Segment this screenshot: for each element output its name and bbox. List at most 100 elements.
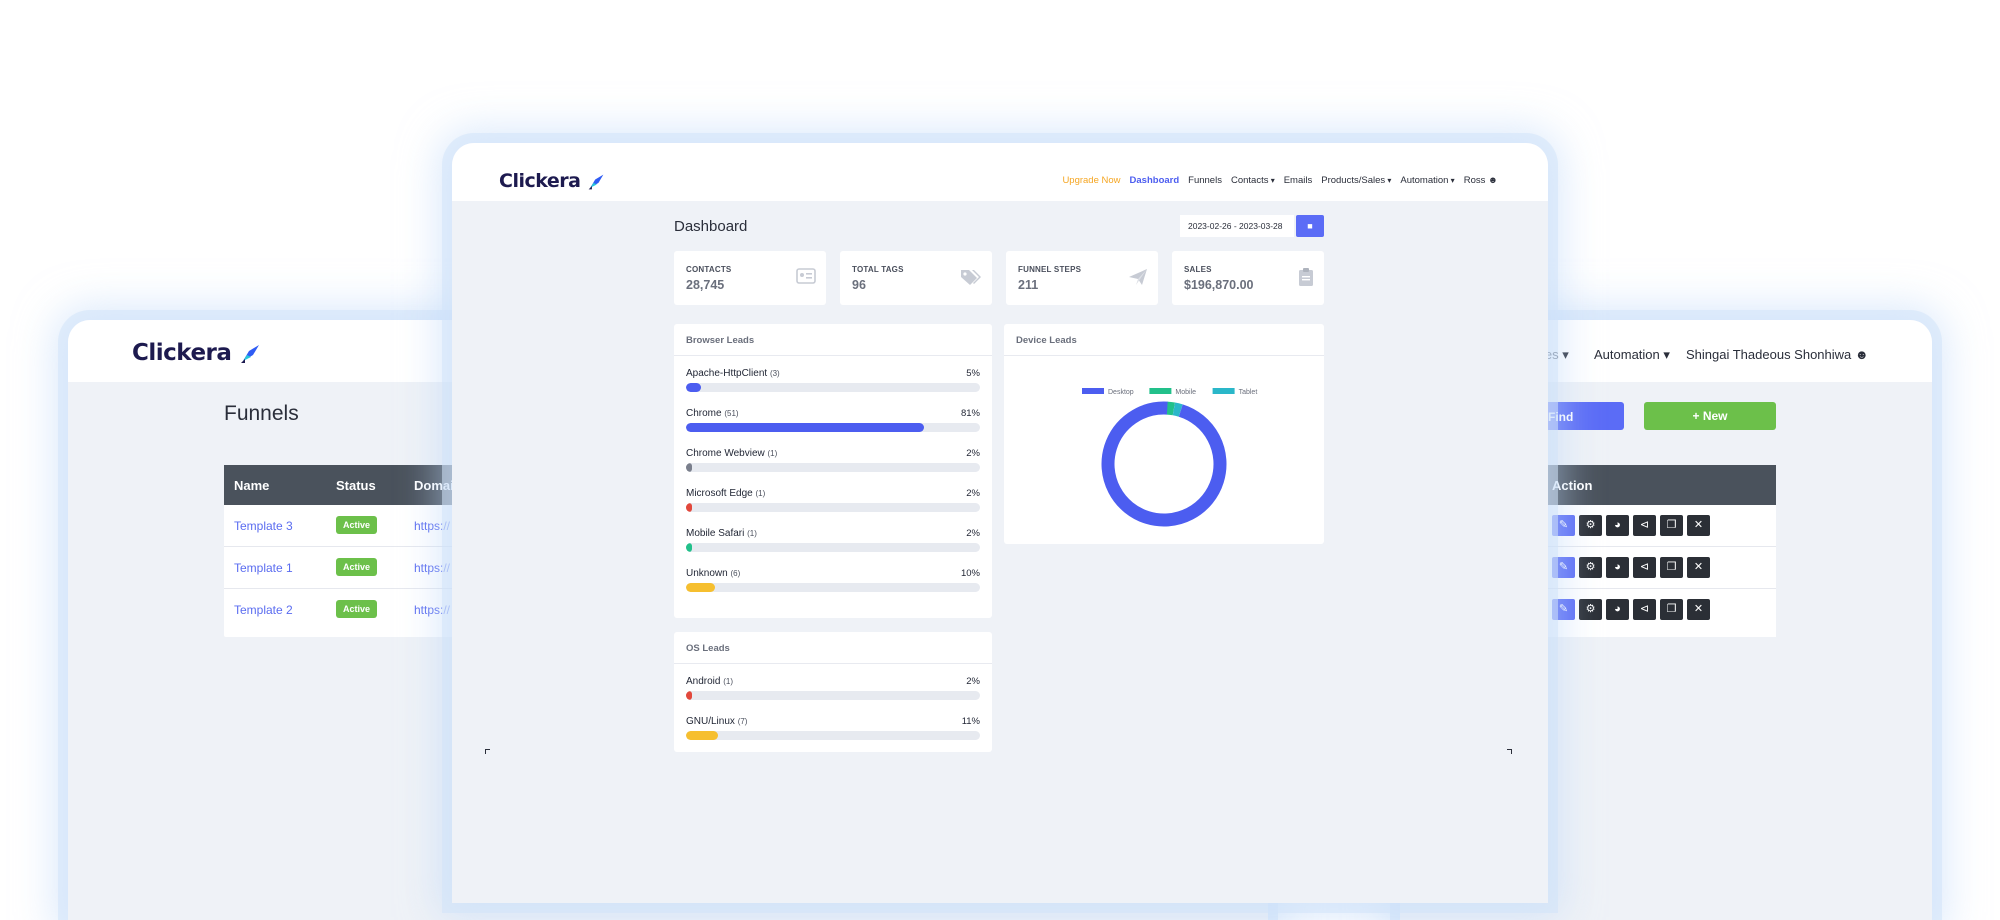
funnel-name-link[interactable]: Template 3 <box>234 519 293 533</box>
nav-automation[interactable]: Automation ▾ <box>1594 347 1670 363</box>
legend-swatch-mobile[interactable] <box>1149 388 1172 394</box>
funnel-name-link[interactable]: Template 1 <box>234 561 293 575</box>
share-icon[interactable]: ⊲ <box>1633 557 1656 578</box>
col-status: Status <box>336 478 376 493</box>
progress-track <box>686 383 980 392</box>
calendar-icon: ■ <box>1307 221 1313 231</box>
brand-logo[interactable]: Clickera <box>499 170 605 192</box>
progress-track <box>686 423 980 432</box>
progress-fill <box>686 383 701 392</box>
edit-icon[interactable]: ✎ <box>1552 557 1575 578</box>
progress-track <box>686 731 980 740</box>
brand-logo[interactable]: Clickera <box>132 340 261 366</box>
progress-fill <box>686 583 716 592</box>
date-range-input[interactable]: 2023-02-26 - 2023-03-28 <box>1180 215 1294 237</box>
calendar-button[interactable]: ■ <box>1296 215 1324 237</box>
nav-upgrade[interactable]: Upgrade Now <box>1062 175 1120 186</box>
progress-track <box>686 543 980 552</box>
dashboard-lower-area <box>452 755 1548 879</box>
stat-label: FUNNEL STEPS <box>1018 265 1082 274</box>
lead-row: Chrome Webview (1) 2% <box>686 448 980 480</box>
new-funnel-button[interactable]: + New <box>1644 402 1776 430</box>
copy-icon[interactable]: ❐ <box>1660 515 1683 536</box>
donut-slice-tablet[interactable] <box>1099 399 1229 529</box>
legend-label-desktop: Desktop <box>1108 389 1134 396</box>
gear-icon[interactable]: ⚙ <box>1579 515 1602 536</box>
legend-swatch-tablet[interactable] <box>1212 388 1235 394</box>
page-title: Funnels <box>224 402 299 425</box>
lead-count: (6) <box>730 569 741 578</box>
brand-name: Clickera <box>499 170 581 192</box>
nav-contacts[interactable]: Contacts <box>1231 175 1275 186</box>
nav-dashboard[interactable]: Dashboard <box>1130 175 1180 186</box>
edit-icon[interactable]: ✎ <box>1552 515 1575 536</box>
lead-name: Chrome (51) <box>686 408 739 419</box>
browser-leads-panel: Browser Leads Apache-HttpClient (3) 5% Chr… <box>674 324 992 618</box>
status-badge: Active <box>336 600 378 618</box>
nav-products-sales[interactable]: Products/Sales <box>1321 175 1391 186</box>
close-icon[interactable]: ✕ <box>1687 557 1710 578</box>
lead-row: Mobile Safari (1) 2% <box>686 528 980 560</box>
lead-name: Microsoft Edge (1) <box>686 488 766 499</box>
dashboard-topbar: Clickera Upgrade Now Dashboard Funnels C… <box>452 143 1548 201</box>
lead-row: Apache-HttpClient (3) 5% <box>686 368 980 400</box>
paper-plane-icon <box>1129 269 1147 285</box>
lead-percent: 81% <box>960 408 980 419</box>
lead-count: (3) <box>769 369 780 378</box>
stat-value: 28,745 <box>686 278 725 292</box>
col-domain: Domai <box>414 478 454 493</box>
stat-value: 211 <box>1018 278 1039 292</box>
rocket-icon <box>240 344 259 363</box>
lead-name: Mobile Safari (1) <box>686 528 757 539</box>
gear-icon[interactable]: ⚙ <box>1579 599 1602 620</box>
pie-chart-icon[interactable]: ◕ <box>1606 599 1629 620</box>
share-icon[interactable]: ⊲ <box>1633 599 1656 620</box>
corner-mark <box>1507 749 1512 754</box>
nav-user-menu[interactable]: Shingai Thadeous Shonhiwa ☻ <box>1686 347 1869 362</box>
nav-funnels[interactable]: Funnels <box>1188 175 1222 186</box>
nav-automation[interactable]: Automation <box>1400 175 1454 186</box>
progress-fill <box>686 503 692 512</box>
domain-link[interactable]: https:// <box>414 561 450 575</box>
edit-icon[interactable]: ✎ <box>1552 599 1575 620</box>
funnel-name-link[interactable]: Template 2 <box>234 603 293 617</box>
domain-link[interactable]: https:// <box>414 603 450 617</box>
device-donut-chart: Desktop Mobile Tablet <box>1082 388 1258 534</box>
user-icon: ☻ <box>1854 347 1869 362</box>
lead-row: GNU/Linux (7) 11% <box>686 716 980 748</box>
progress-fill <box>686 543 692 552</box>
status-badge: Active <box>336 558 378 576</box>
brand-name: Clickera <box>132 340 232 366</box>
share-icon[interactable]: ⊲ <box>1633 515 1656 536</box>
nav-user-menu[interactable]: Ross ☻ <box>1464 175 1498 186</box>
close-icon[interactable]: ✕ <box>1687 599 1710 620</box>
stat-label: TOTAL TAGS <box>852 265 904 274</box>
close-icon[interactable]: ✕ <box>1687 515 1710 536</box>
copy-icon[interactable]: ❐ <box>1660 557 1683 578</box>
lead-row: Microsoft Edge (1) 2% <box>686 488 980 520</box>
user-icon: ☻ <box>1488 175 1498 186</box>
main-nav: Upgrade Now Dashboard Funnels Contacts E… <box>1062 175 1498 186</box>
donut-slice-desktop[interactable] <box>1094 394 1234 534</box>
progress-track <box>686 503 980 512</box>
progress-fill <box>686 463 692 472</box>
corner-mark <box>485 749 490 754</box>
legend-swatch-desktop[interactable] <box>1082 388 1104 394</box>
pie-chart-icon[interactable]: ◕ <box>1606 557 1629 578</box>
gear-icon[interactable]: ⚙ <box>1579 557 1602 578</box>
lead-percent: 11% <box>961 716 980 727</box>
nav-emails[interactable]: Emails <box>1284 175 1313 186</box>
progress-track <box>686 583 980 592</box>
stat-label: SALES <box>1184 265 1212 274</box>
lead-name: Apache-HttpClient (3) <box>686 368 780 379</box>
copy-icon[interactable]: ❐ <box>1660 599 1683 620</box>
lead-percent: 2% <box>966 528 980 539</box>
stat-value: $196,870.00 <box>1184 278 1254 292</box>
legend-label-tablet: Tablet <box>1239 389 1258 396</box>
stat-label: CONTACTS <box>686 265 732 274</box>
stat-card-sales: SALES $196,870.00 <box>1172 251 1324 305</box>
domain-link[interactable]: https:// <box>414 519 450 533</box>
pie-chart-icon[interactable]: ◕ <box>1606 515 1629 536</box>
progress-fill <box>686 691 692 700</box>
stat-card-funnel-steps: FUNNEL STEPS 211 <box>1006 251 1158 305</box>
